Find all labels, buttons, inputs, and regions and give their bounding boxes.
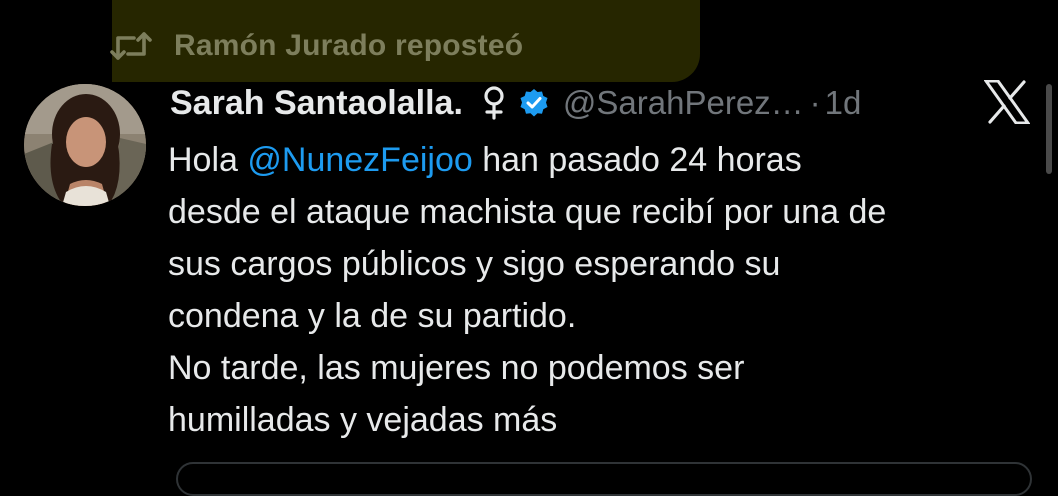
tweet-line: desde el ataque machista que recibí por … [168,193,887,231]
quoted-card-edge[interactable] [176,462,1032,496]
user-handle[interactable]: @SarahPerez… [563,84,804,122]
tweet-line: Hola @NunezFeijoo han pasado 24 horas [168,134,1048,186]
tweet-text-segment: Hola [168,141,248,179]
x-logo-icon [983,79,1031,125]
timestamp[interactable]: 1d [825,84,862,122]
verified-badge-icon[interactable] [519,88,549,118]
tweet-line: No tarde, las mujeres no podemos ser [168,349,745,387]
tweet-line: condena y la de su partido. [168,297,577,335]
scrollbar[interactable] [1046,84,1052,174]
separator-dot: · [809,84,821,121]
repost-indicator[interactable]: Ramón Jurado reposteó [110,24,523,68]
tweet-text: Hola @NunezFeijoo han pasado 24 horas de… [168,134,1048,446]
repost-icon [110,28,152,64]
venus-icon [483,86,505,120]
tweet-line: sus cargos públicos y sigo esperando su [168,245,781,283]
avatar[interactable] [24,84,146,206]
mention-link[interactable]: @NunezFeijoo [247,141,472,179]
tweet-header: Sarah Santaolalla. @SarahPerez… · 1d [170,78,861,128]
repost-label: Ramón Jurado reposteó [174,29,524,62]
tweet-text-segment: han pasado 24 horas [472,141,802,179]
tweet-line: humilladas y vejadas más [168,401,558,439]
display-name[interactable]: Sarah Santaolalla. [170,84,463,123]
